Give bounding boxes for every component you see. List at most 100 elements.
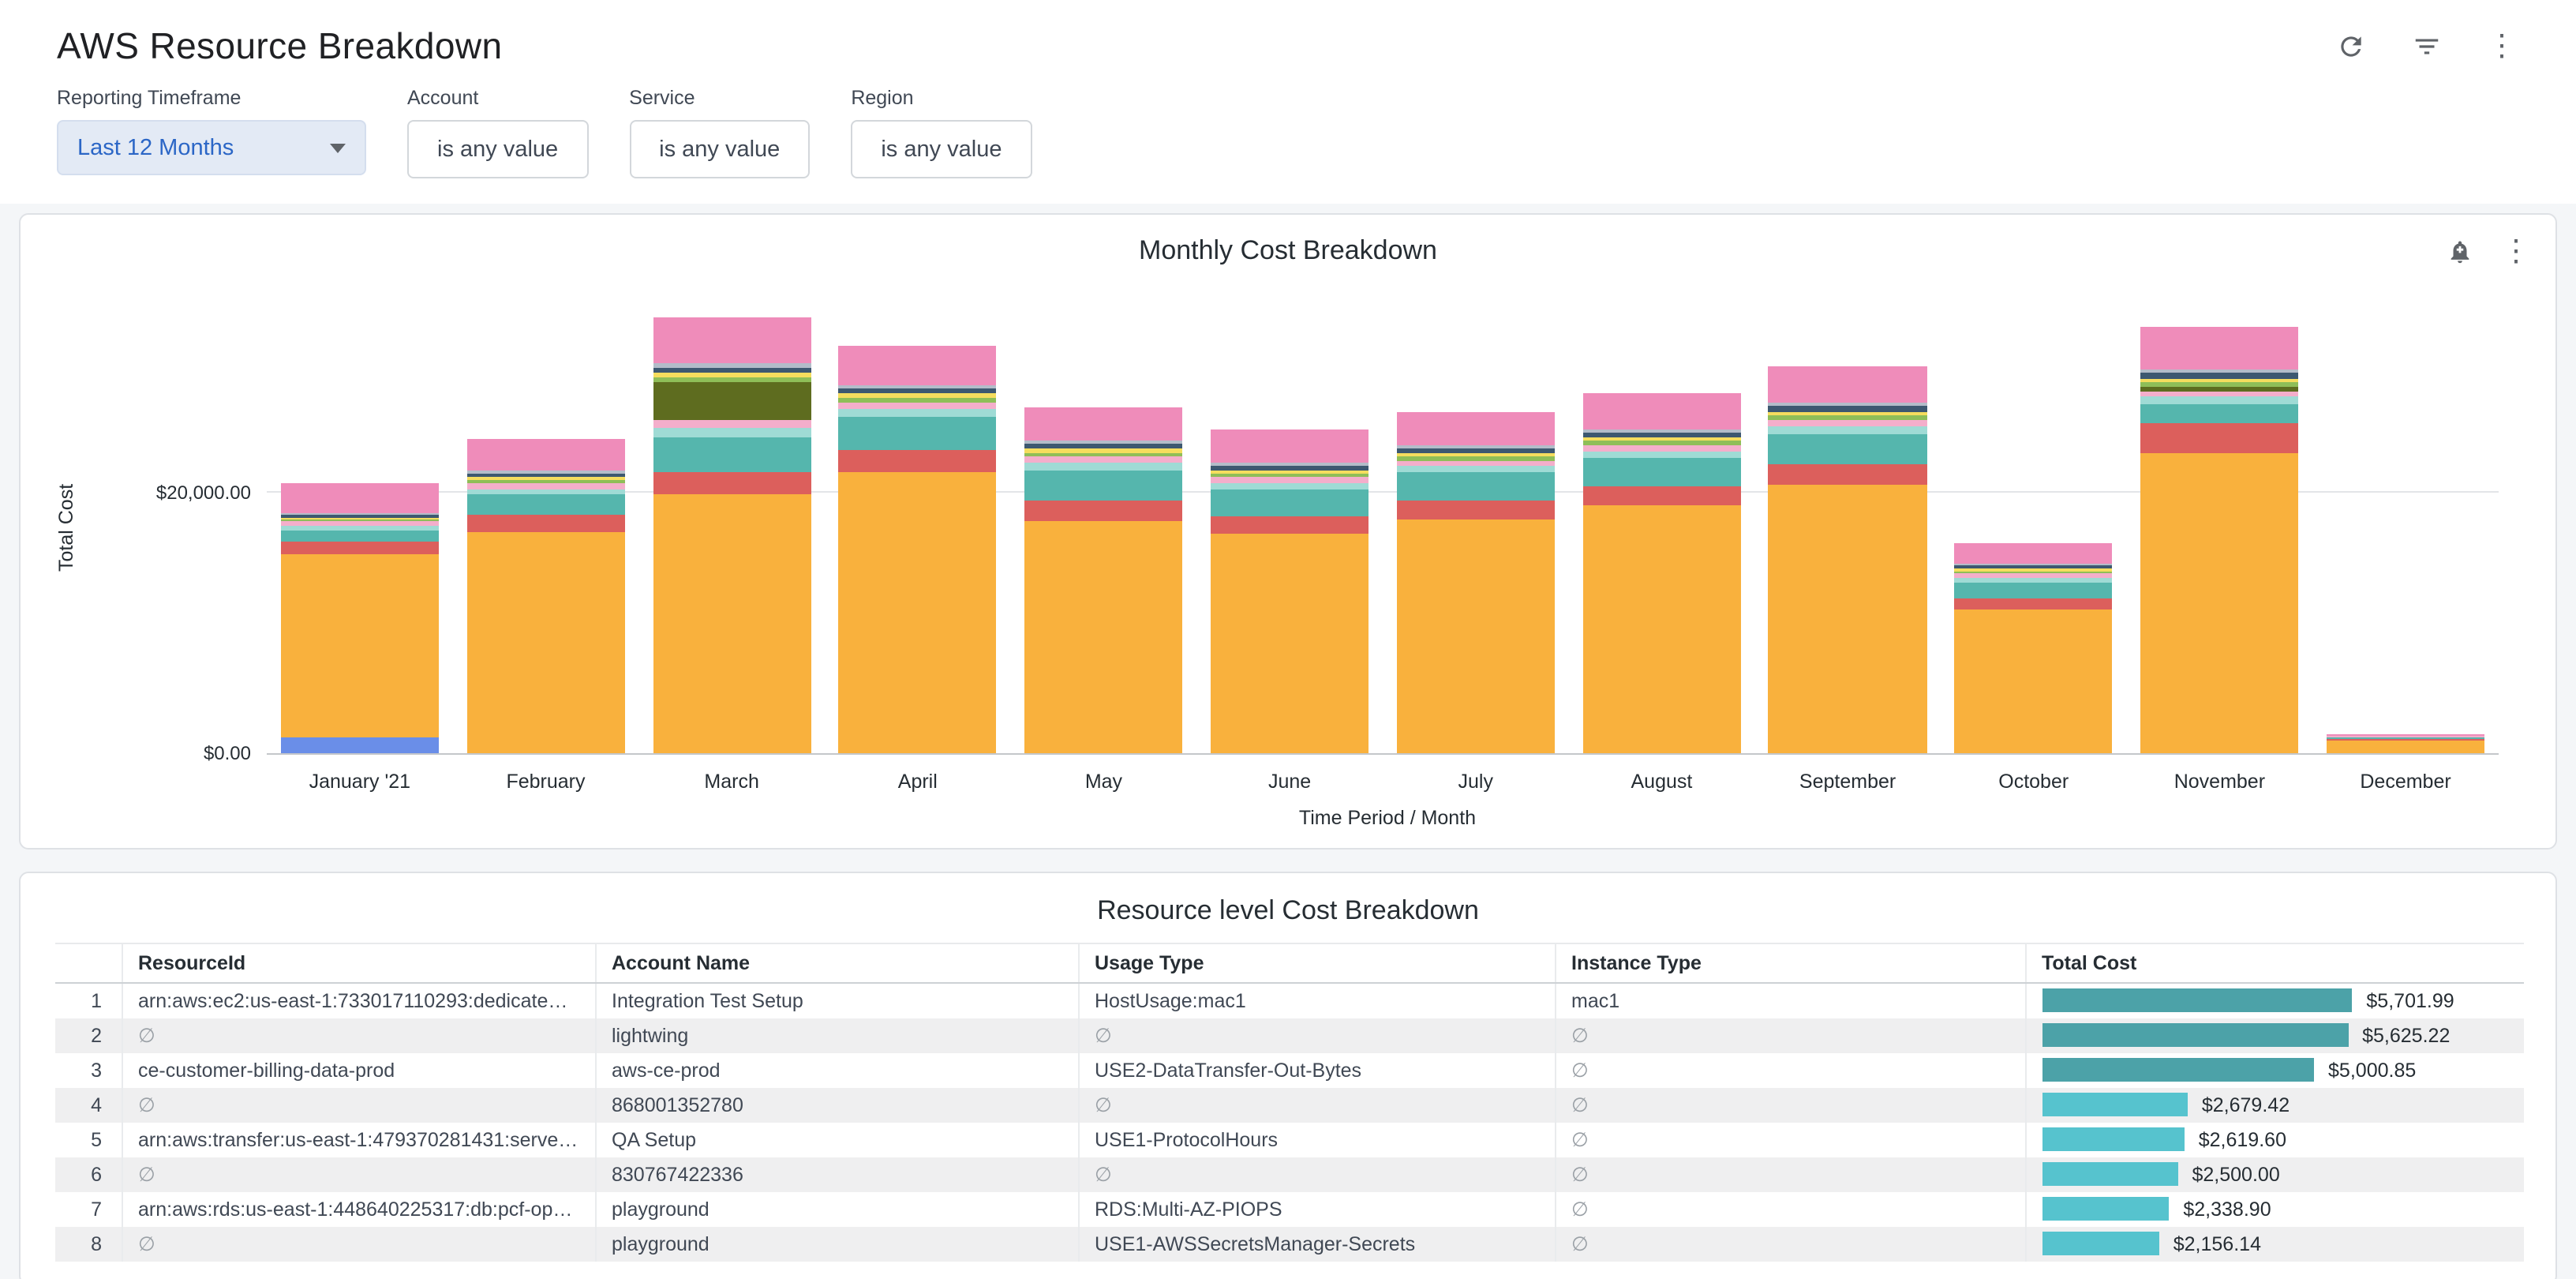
more-vertical-icon[interactable]: ⋮ — [2499, 234, 2533, 268]
bar-segment-teal[interactable] — [2140, 403, 2298, 423]
bar-segment-light-pink[interactable] — [839, 403, 997, 409]
bar-segment-red[interactable] — [281, 542, 439, 554]
bar-segment-teal[interactable] — [1955, 583, 2113, 598]
bar-segment-pink[interactable] — [839, 347, 997, 386]
bar-segment-light-teal[interactable] — [466, 489, 624, 495]
table-row[interactable]: 6∅830767422336∅∅$2,500.00 — [55, 1157, 2524, 1191]
stacked-bar-May[interactable] — [1024, 407, 1182, 753]
bar-segment-navy[interactable] — [2140, 373, 2298, 379]
table-row[interactable]: 8∅playgroundUSE1-AWSSecretsManager-Secre… — [55, 1226, 2524, 1261]
filter-icon[interactable] — [2409, 29, 2443, 64]
table-row[interactable]: 1arn:aws:ec2:us-east-1:733017110293:dedi… — [55, 983, 2524, 1018]
bar-segment-light-teal[interactable] — [1211, 483, 1368, 489]
bar-segment-light-teal[interactable] — [653, 429, 811, 438]
region-filter-button[interactable]: is any value — [851, 120, 1032, 178]
table-row[interactable]: 5arn:aws:transfer:us-east-1:479370281431… — [55, 1122, 2524, 1157]
bar-segment-pink[interactable] — [1211, 429, 1368, 463]
bar-segment-teal[interactable] — [1024, 471, 1182, 501]
bar-segment-pink[interactable] — [1397, 413, 1555, 445]
more-vertical-icon[interactable]: ⋮ — [2484, 29, 2519, 64]
bar-segment-pink[interactable] — [281, 483, 439, 513]
bar-segment-pink[interactable] — [1955, 543, 2113, 563]
bar-segment-amber[interactable] — [839, 473, 997, 753]
bar-segment-red[interactable] — [1955, 598, 2113, 609]
bar-segment-light-pink[interactable] — [466, 484, 624, 489]
bar-segment-light-pink[interactable] — [1769, 420, 1926, 426]
bar-segment-navy[interactable] — [1769, 406, 1926, 411]
alert-bell-icon[interactable] — [2442, 234, 2477, 268]
bar-segment-amber[interactable] — [1955, 609, 2113, 753]
bar-segment-red[interactable] — [466, 515, 624, 531]
bar-segment-amber[interactable] — [1397, 519, 1555, 753]
bar-segment-teal[interactable] — [653, 437, 811, 473]
bar-segment-light-pink[interactable] — [1024, 456, 1182, 463]
bar-segment-teal[interactable] — [1211, 489, 1368, 516]
column-header-instance-type[interactable]: Instance Type — [1555, 943, 2025, 983]
bar-segment-amber[interactable] — [2140, 453, 2298, 753]
bar-segment-amber[interactable] — [1582, 505, 1740, 753]
bar-segment-light-pink[interactable] — [2140, 392, 2298, 397]
bar-segment-teal[interactable] — [466, 495, 624, 515]
refresh-icon[interactable] — [2333, 29, 2368, 64]
bar-segment-pink[interactable] — [1024, 407, 1182, 441]
bar-segment-amber[interactable] — [1769, 485, 1926, 753]
bar-segment-blue[interactable] — [281, 737, 439, 753]
table-row[interactable]: 3ce-customer-billing-data-prodaws-ce-pro… — [55, 1052, 2524, 1087]
bar-segment-red[interactable] — [839, 449, 997, 473]
bar-segment-amber[interactable] — [2327, 741, 2484, 753]
bar-segment-pink[interactable] — [466, 440, 624, 471]
bar-segment-green[interactable] — [653, 377, 811, 383]
bar-segment-olive[interactable] — [653, 383, 811, 421]
column-header-account-name[interactable]: Account Name — [595, 943, 1078, 983]
bar-segment-pink[interactable] — [1769, 366, 1926, 402]
column-header-resource-id[interactable]: ResourceId — [122, 943, 595, 983]
bar-segment-red[interactable] — [1582, 487, 1740, 505]
bar-segment-light-pink[interactable] — [1397, 460, 1555, 466]
bar-segment-red[interactable] — [2140, 423, 2298, 453]
stacked-bar-October[interactable] — [1955, 543, 2113, 753]
stacked-bar-June[interactable] — [1211, 429, 1368, 753]
column-header-usage-type[interactable]: Usage Type — [1078, 943, 1555, 983]
stacked-bar-January '21[interactable] — [281, 483, 439, 753]
bar-segment-light-teal[interactable] — [1582, 452, 1740, 459]
bar-segment-red[interactable] — [1397, 501, 1555, 520]
account-filter-button[interactable]: is any value — [407, 120, 588, 178]
bar-segment-light-pink[interactable] — [1582, 444, 1740, 451]
bar-segment-light-teal[interactable] — [1397, 467, 1555, 473]
table-row[interactable]: 2∅lightwing∅∅$5,625.22 — [55, 1018, 2524, 1052]
bar-segment-pink[interactable] — [2140, 327, 2298, 370]
column-header-total-cost[interactable]: Total Cost — [2025, 943, 2524, 983]
stacked-bar-July[interactable] — [1397, 413, 1555, 753]
bar-segment-teal[interactable] — [1582, 459, 1740, 487]
bar-segment-red[interactable] — [1211, 516, 1368, 534]
bar-segment-light-teal[interactable] — [1769, 426, 1926, 433]
stacked-bar-March[interactable] — [653, 317, 811, 753]
stacked-bar-August[interactable] — [1582, 392, 1740, 753]
stacked-bar-February[interactable] — [466, 440, 624, 753]
bar-segment-red[interactable] — [1769, 465, 1926, 485]
bar-segment-navy[interactable] — [653, 367, 811, 373]
bar-segment-pink[interactable] — [653, 317, 811, 363]
bar-segment-amber[interactable] — [1211, 534, 1368, 753]
stacked-bar-April[interactable] — [839, 347, 997, 753]
bar-segment-navy[interactable] — [839, 388, 997, 394]
bar-segment-light-pink[interactable] — [1211, 478, 1368, 483]
reporting-timeframe-select[interactable]: Last 12 Months — [57, 120, 366, 175]
bar-segment-light-teal[interactable] — [839, 409, 997, 417]
bar-segment-light-pink[interactable] — [653, 421, 811, 429]
bar-segment-teal[interactable] — [281, 531, 439, 542]
bar-segment-teal[interactable] — [839, 417, 997, 449]
bar-segment-red[interactable] — [653, 473, 811, 495]
bar-segment-amber[interactable] — [1024, 521, 1182, 753]
bar-segment-amber[interactable] — [466, 531, 624, 753]
bar-segment-amber[interactable] — [653, 495, 811, 753]
stacked-bar-December[interactable] — [2327, 733, 2484, 753]
bar-segment-teal[interactable] — [1769, 433, 1926, 465]
bar-segment-teal[interactable] — [1397, 473, 1555, 501]
bar-segment-amber[interactable] — [281, 554, 439, 737]
bar-segment-red[interactable] — [1024, 501, 1182, 521]
table-row[interactable]: 7arn:aws:rds:us-east-1:448640225317:db:p… — [55, 1191, 2524, 1226]
table-row[interactable]: 4∅868001352780∅∅$2,679.42 — [55, 1087, 2524, 1122]
stacked-bar-September[interactable] — [1769, 366, 1926, 753]
bar-segment-light-teal[interactable] — [2140, 397, 2298, 403]
